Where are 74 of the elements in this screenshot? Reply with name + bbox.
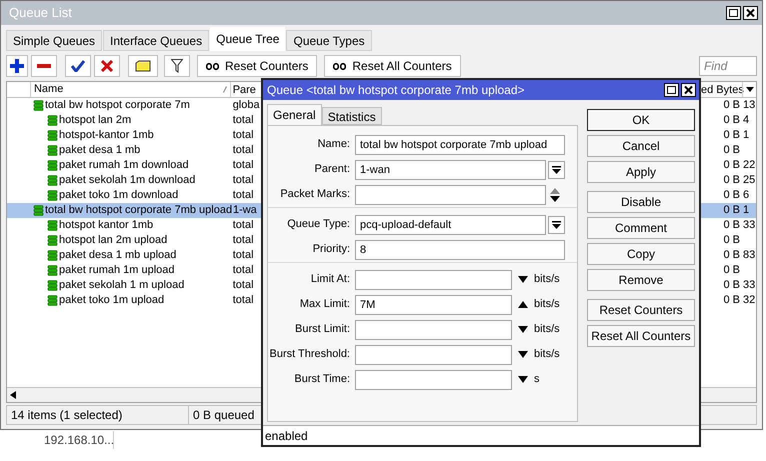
field-label: Limit At: [310, 272, 351, 288]
table-cell: 0 B [724, 159, 740, 171]
table-cell: 1 [743, 129, 750, 141]
unit-label: s [534, 372, 540, 388]
table-cell: globa [232, 99, 260, 111]
table-cell: 0 B [724, 114, 740, 126]
table-cell: 83 [743, 249, 756, 261]
queue-name: paket sekolah 1 m upload [58, 278, 184, 293]
table-cell: 22 [743, 159, 756, 171]
unit-label: bits/s [534, 272, 560, 288]
table-cell: 0 B [724, 279, 740, 291]
ip-address-text: 192.168.10... [44, 433, 113, 447]
table-cell: 0 B [724, 204, 740, 216]
table-cell: total [232, 234, 254, 246]
field-label: Packet Marks: [279, 187, 351, 202]
table-cell: 33 [743, 279, 756, 291]
table-cell: total [232, 189, 254, 201]
queue-name: paket sekolah 1m download [58, 173, 196, 188]
table-cell: 0 B [724, 99, 740, 111]
table-cell: 4 [743, 114, 750, 126]
unit-label: bits/s [534, 297, 560, 312]
table-cell: 0 B [724, 144, 740, 156]
field-label: Queue Type: [286, 217, 351, 232]
window-title: Queue List [9, 4, 72, 22]
queue-name: paket desa 1 mb [58, 143, 140, 158]
dialog-title: Queue <total bw hotspot corporate 7mb upload> [267, 82, 525, 99]
unit-label: bits/s [534, 322, 560, 338]
table-cell: total [232, 279, 254, 291]
table-cell: 33 [743, 219, 756, 231]
status-text: 14 items (1 selected) [7, 406, 189, 424]
queue-name: hotspot kantor 1mb [58, 218, 154, 233]
queue-name: total bw hotspot corporate 7m [44, 98, 190, 113]
table-cell: total [232, 219, 254, 231]
table-cell: 0 B [724, 264, 740, 276]
queue-name: total bw hotspot corporate 7mb upload [44, 203, 232, 218]
queue-name: paket rumah 1m upload [58, 263, 175, 278]
field-label: Burst Threshold: [269, 347, 351, 362]
queue-name: paket toko 1m upload [58, 293, 164, 308]
table-cell: 1-wa [232, 204, 257, 216]
table-cell: total [232, 129, 254, 141]
field-label: Name: [316, 137, 351, 152]
unit-label: bits/s [534, 347, 560, 362]
status-text: enabled [265, 428, 308, 444]
field-label: Burst Limit: [294, 322, 351, 338]
table-cell: total [232, 264, 254, 276]
field-label: Max Limit: [298, 297, 351, 312]
table-cell: total [232, 294, 254, 306]
table-cell: 0 B [724, 129, 740, 141]
table-cell: 32 [743, 294, 756, 306]
field-label: Priority: [312, 242, 351, 258]
field-label: Parent: [314, 162, 351, 178]
queue-name: hotspot lan 2m upload [58, 233, 168, 248]
queue-name: paket desa 1 mb upload [58, 248, 176, 263]
table-cell: 25 [743, 174, 756, 186]
table-cell: total [232, 159, 254, 171]
table-cell: 0 B [724, 249, 740, 261]
queue-name: paket toko 1m download [58, 188, 178, 203]
queue-name: hotspot lan 2m [58, 113, 132, 128]
table-cell: 0 B [724, 219, 740, 231]
table-cell: total [232, 144, 254, 156]
table-cell: 0 B [724, 294, 740, 306]
table-cell: 0 B [724, 174, 740, 186]
status-text: 0 B queued [192, 407, 256, 424]
table-cell: 1 [743, 204, 750, 216]
queue-name: paket rumah 1m download [58, 158, 189, 173]
table-cell: 13 [743, 99, 756, 111]
table-cell: 0 B [724, 189, 740, 201]
field-label: Burst Time: [293, 372, 351, 388]
queue-name: hotspot-kantor 1mb [58, 128, 154, 143]
table-cell: 0 B [724, 234, 740, 246]
table-cell: 6 [743, 189, 750, 201]
table-cell: total [232, 174, 254, 186]
table-cell: total [232, 114, 254, 126]
table-cell: total [232, 249, 254, 261]
